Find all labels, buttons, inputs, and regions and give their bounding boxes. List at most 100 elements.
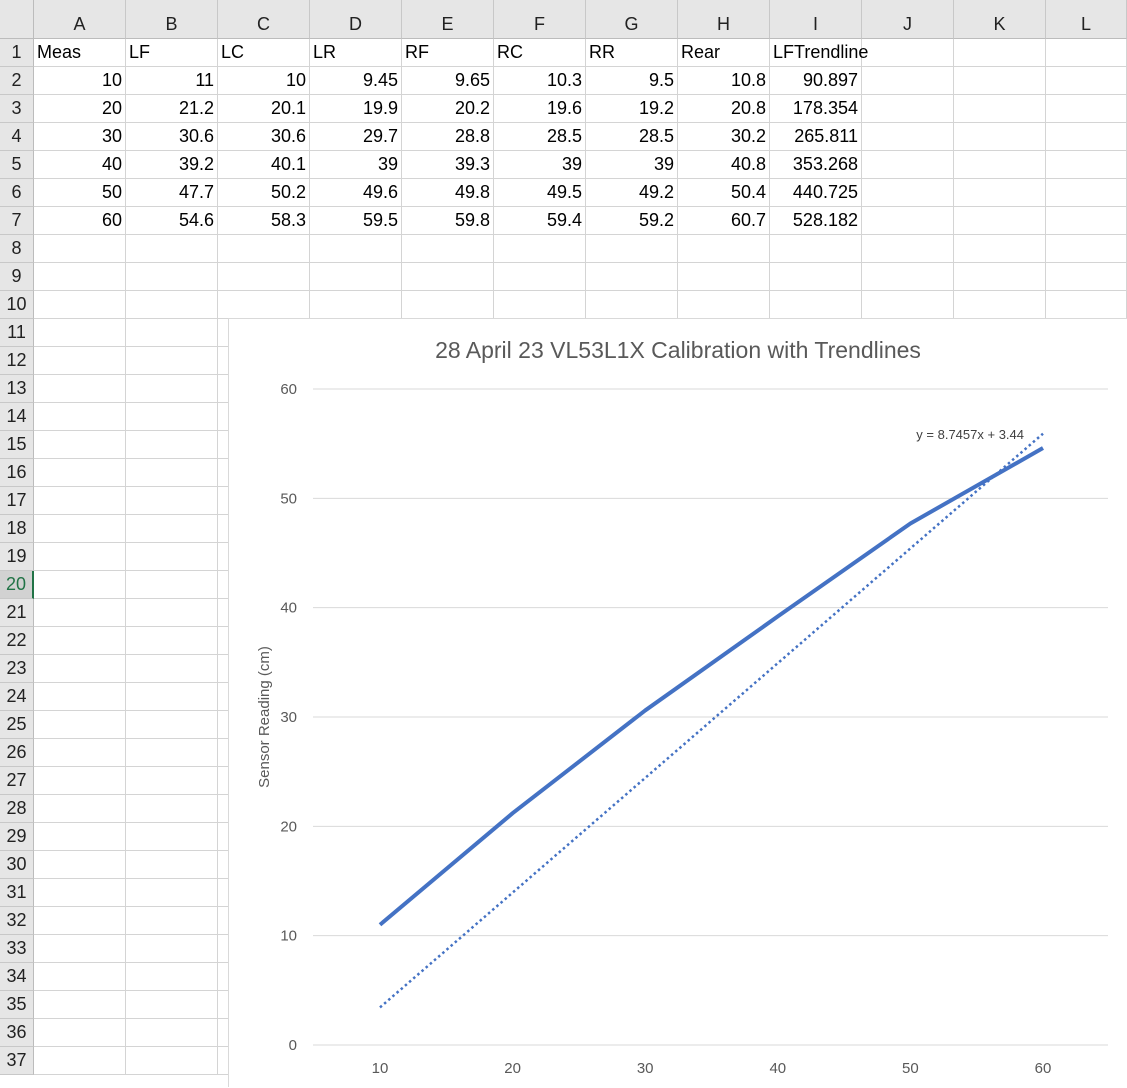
data-cell[interactable]: 10 bbox=[218, 67, 310, 95]
row-header-15[interactable]: 15 bbox=[0, 431, 34, 459]
row-header-2[interactable]: 2 bbox=[0, 67, 34, 95]
empty-cell[interactable] bbox=[126, 291, 218, 319]
row-header-4[interactable]: 4 bbox=[0, 123, 34, 151]
data-cell[interactable]: 10 bbox=[34, 67, 126, 95]
empty-cell[interactable] bbox=[1046, 207, 1127, 235]
row-header-32[interactable]: 32 bbox=[0, 907, 34, 935]
empty-cell[interactable] bbox=[34, 431, 126, 459]
data-cell[interactable]: 49.2 bbox=[586, 179, 678, 207]
data-cell[interactable]: 9.5 bbox=[586, 67, 678, 95]
header-cell[interactable]: LF bbox=[126, 39, 218, 67]
data-cell[interactable]: 30.6 bbox=[218, 123, 310, 151]
empty-cell[interactable] bbox=[126, 487, 218, 515]
empty-cell[interactable] bbox=[678, 291, 770, 319]
empty-cell[interactable] bbox=[310, 235, 402, 263]
empty-cell[interactable] bbox=[126, 459, 218, 487]
empty-cell[interactable] bbox=[34, 795, 126, 823]
row-header-17[interactable]: 17 bbox=[0, 487, 34, 515]
data-cell[interactable]: 40.8 bbox=[678, 151, 770, 179]
header-cell[interactable]: RR bbox=[586, 39, 678, 67]
data-cell[interactable]: 39 bbox=[494, 151, 586, 179]
empty-cell[interactable] bbox=[862, 123, 954, 151]
empty-cell[interactable] bbox=[954, 123, 1046, 151]
header-cell[interactable]: RC bbox=[494, 39, 586, 67]
empty-cell[interactable] bbox=[954, 179, 1046, 207]
empty-cell[interactable] bbox=[954, 235, 1046, 263]
empty-cell[interactable] bbox=[126, 879, 218, 907]
row-header-9[interactable]: 9 bbox=[0, 263, 34, 291]
trendline-equation-label[interactable]: y = 8.7457x + 3.44 bbox=[916, 427, 1024, 442]
empty-cell[interactable] bbox=[126, 403, 218, 431]
header-cell[interactable]: LC bbox=[218, 39, 310, 67]
empty-cell[interactable] bbox=[34, 599, 126, 627]
data-cell[interactable]: 90.897 bbox=[770, 67, 862, 95]
row-header-10[interactable]: 10 bbox=[0, 291, 34, 319]
empty-cell[interactable] bbox=[126, 515, 218, 543]
series-line-0[interactable] bbox=[380, 448, 1043, 925]
empty-cell[interactable] bbox=[494, 235, 586, 263]
row-header-31[interactable]: 31 bbox=[0, 879, 34, 907]
empty-cell[interactable] bbox=[126, 375, 218, 403]
data-cell[interactable]: 39.3 bbox=[402, 151, 494, 179]
empty-cell[interactable] bbox=[678, 263, 770, 291]
empty-cell[interactable] bbox=[310, 263, 402, 291]
empty-cell[interactable] bbox=[126, 1019, 218, 1047]
empty-cell[interactable] bbox=[34, 963, 126, 991]
column-header-j[interactable]: J bbox=[862, 0, 954, 39]
data-cell[interactable]: 39 bbox=[310, 151, 402, 179]
data-cell[interactable]: 49.5 bbox=[494, 179, 586, 207]
empty-cell[interactable] bbox=[126, 319, 218, 347]
empty-cell[interactable] bbox=[126, 739, 218, 767]
empty-cell[interactable] bbox=[126, 1047, 218, 1075]
empty-cell[interactable] bbox=[770, 291, 862, 319]
empty-cell[interactable] bbox=[126, 823, 218, 851]
row-header-20[interactable]: 20 bbox=[0, 571, 34, 599]
column-header-b[interactable]: B bbox=[126, 0, 218, 39]
empty-cell[interactable] bbox=[34, 711, 126, 739]
empty-cell[interactable] bbox=[862, 151, 954, 179]
empty-cell[interactable] bbox=[126, 907, 218, 935]
data-cell[interactable]: 21.2 bbox=[126, 95, 218, 123]
data-cell[interactable]: 47.7 bbox=[126, 179, 218, 207]
data-cell[interactable]: 9.65 bbox=[402, 67, 494, 95]
empty-cell[interactable] bbox=[34, 487, 126, 515]
empty-cell[interactable] bbox=[34, 851, 126, 879]
empty-cell[interactable] bbox=[1046, 235, 1127, 263]
empty-cell[interactable] bbox=[126, 235, 218, 263]
empty-cell[interactable] bbox=[586, 235, 678, 263]
empty-cell[interactable] bbox=[954, 263, 1046, 291]
empty-cell[interactable] bbox=[862, 291, 954, 319]
row-header-34[interactable]: 34 bbox=[0, 963, 34, 991]
row-header-22[interactable]: 22 bbox=[0, 627, 34, 655]
empty-cell[interactable] bbox=[862, 39, 954, 67]
empty-cell[interactable] bbox=[34, 907, 126, 935]
empty-cell[interactable] bbox=[218, 263, 310, 291]
empty-cell[interactable] bbox=[954, 151, 1046, 179]
data-cell[interactable]: 54.6 bbox=[126, 207, 218, 235]
empty-cell[interactable] bbox=[1046, 179, 1127, 207]
empty-cell[interactable] bbox=[126, 347, 218, 375]
header-cell[interactable]: Meas bbox=[34, 39, 126, 67]
row-header-7[interactable]: 7 bbox=[0, 207, 34, 235]
empty-cell[interactable] bbox=[34, 375, 126, 403]
empty-cell[interactable] bbox=[770, 263, 862, 291]
empty-cell[interactable] bbox=[34, 403, 126, 431]
empty-cell[interactable] bbox=[34, 823, 126, 851]
data-cell[interactable]: 60 bbox=[34, 207, 126, 235]
row-header-19[interactable]: 19 bbox=[0, 543, 34, 571]
data-cell[interactable]: 40 bbox=[34, 151, 126, 179]
empty-cell[interactable] bbox=[34, 739, 126, 767]
empty-cell[interactable] bbox=[126, 991, 218, 1019]
empty-cell[interactable] bbox=[126, 431, 218, 459]
column-header-l[interactable]: L bbox=[1046, 0, 1127, 39]
data-cell[interactable]: 28.5 bbox=[586, 123, 678, 151]
empty-cell[interactable] bbox=[34, 767, 126, 795]
data-cell[interactable]: 265.811 bbox=[770, 123, 862, 151]
empty-cell[interactable] bbox=[126, 935, 218, 963]
data-cell[interactable]: 50.4 bbox=[678, 179, 770, 207]
row-header-16[interactable]: 16 bbox=[0, 459, 34, 487]
column-header-i[interactable]: I bbox=[770, 0, 862, 39]
data-cell[interactable]: 11 bbox=[126, 67, 218, 95]
empty-cell[interactable] bbox=[34, 1047, 126, 1075]
data-cell[interactable]: 28.8 bbox=[402, 123, 494, 151]
